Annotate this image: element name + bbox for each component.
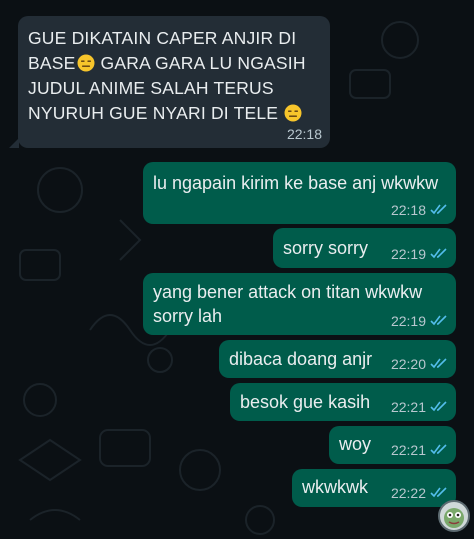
message-time: 22:19 (390, 246, 426, 262)
message-meta: 22:21 (391, 399, 448, 415)
message-line: GUE DIKATAIN CAPER ANJIR DI (28, 28, 297, 48)
expressionless-face-icon (77, 54, 95, 72)
message-meta: 22:20 (391, 356, 448, 372)
message-text: sorry sorry (283, 236, 368, 260)
double-check-icon (430, 313, 448, 329)
double-check-icon (430, 202, 448, 218)
message-meta: 22:19 (391, 246, 448, 262)
message-bubble-outgoing[interactable]: wkwkwk 22:22 (292, 469, 456, 507)
message-line: BASE GARA GARA LU NGASIH (28, 53, 306, 73)
message-bubble-outgoing[interactable]: sorry sorry 22:19 (273, 228, 456, 268)
message-line: besok gue kasih (240, 392, 371, 412)
message-meta: 22:22 (391, 485, 448, 501)
message-line: woy (339, 434, 372, 454)
message-meta: 22:21 (391, 442, 448, 458)
message-meta: 22:19 (391, 313, 448, 329)
message-line: yang bener attack on titan wkwkw (153, 282, 423, 302)
message-meta: 22:18 (287, 126, 322, 142)
message-text: yang bener attack on titan wkwkw sorry l… (153, 280, 422, 328)
double-check-icon (430, 399, 448, 415)
message-line: dibaca doang anjr (229, 349, 373, 369)
sticker-avatar-icon[interactable] (438, 500, 470, 532)
message-text: woy (339, 432, 371, 456)
message-time: 22:18 (390, 202, 426, 218)
double-check-icon (430, 442, 448, 458)
message-line: sorry lah (153, 306, 223, 326)
message-text: wkwkwk (302, 475, 368, 499)
message-line: sorry sorry (283, 238, 368, 258)
message-line: lu ngapain kirim ke base anj wkwkw (153, 173, 439, 193)
double-check-icon (430, 356, 448, 372)
message-meta: 22:18 (391, 202, 448, 218)
message-text: lu ngapain kirim ke base anj wkwkw (153, 171, 438, 195)
double-check-icon (430, 485, 448, 501)
double-check-icon (430, 246, 448, 262)
bubble-tail (9, 138, 19, 148)
message-bubble-outgoing[interactable]: besok gue kasih 22:21 (230, 383, 456, 421)
message-time: 22:20 (390, 356, 426, 372)
message-time: 22:22 (390, 485, 426, 501)
chat-thread[interactable]: GUE DIKATAIN CAPER ANJIR DI BASE GARA GA… (0, 0, 474, 539)
message-time: 22:18 (286, 126, 322, 142)
message-line: wkwkwk (302, 477, 368, 497)
expressionless-face-icon (284, 104, 302, 122)
message-text: besok gue kasih (240, 390, 370, 414)
message-time: 22:21 (390, 442, 426, 458)
message-bubble-incoming[interactable]: GUE DIKATAIN CAPER ANJIR DI BASE GARA GA… (9, 16, 330, 148)
message-line: NYURUH GUE NYARI DI TELE (28, 101, 306, 126)
message-time: 22:21 (390, 399, 426, 415)
message-text: dibaca doang anjr (229, 347, 372, 371)
message-bubble-outgoing[interactable]: yang bener attack on titan wkwkw sorry l… (143, 273, 456, 335)
message-time: 22:19 (390, 313, 426, 329)
message-text: GUE DIKATAIN CAPER ANJIR DI BASE GARA GA… (28, 26, 306, 126)
message-line: JUDUL ANIME SALAH TERUS (28, 78, 274, 98)
message-bubble-outgoing[interactable]: woy 22:21 (329, 426, 456, 464)
message-bubble-outgoing[interactable]: dibaca doang anjr 22:20 (219, 340, 456, 378)
message-bubble-outgoing[interactable]: lu ngapain kirim ke base anj wkwkw 22:18 (143, 162, 456, 224)
